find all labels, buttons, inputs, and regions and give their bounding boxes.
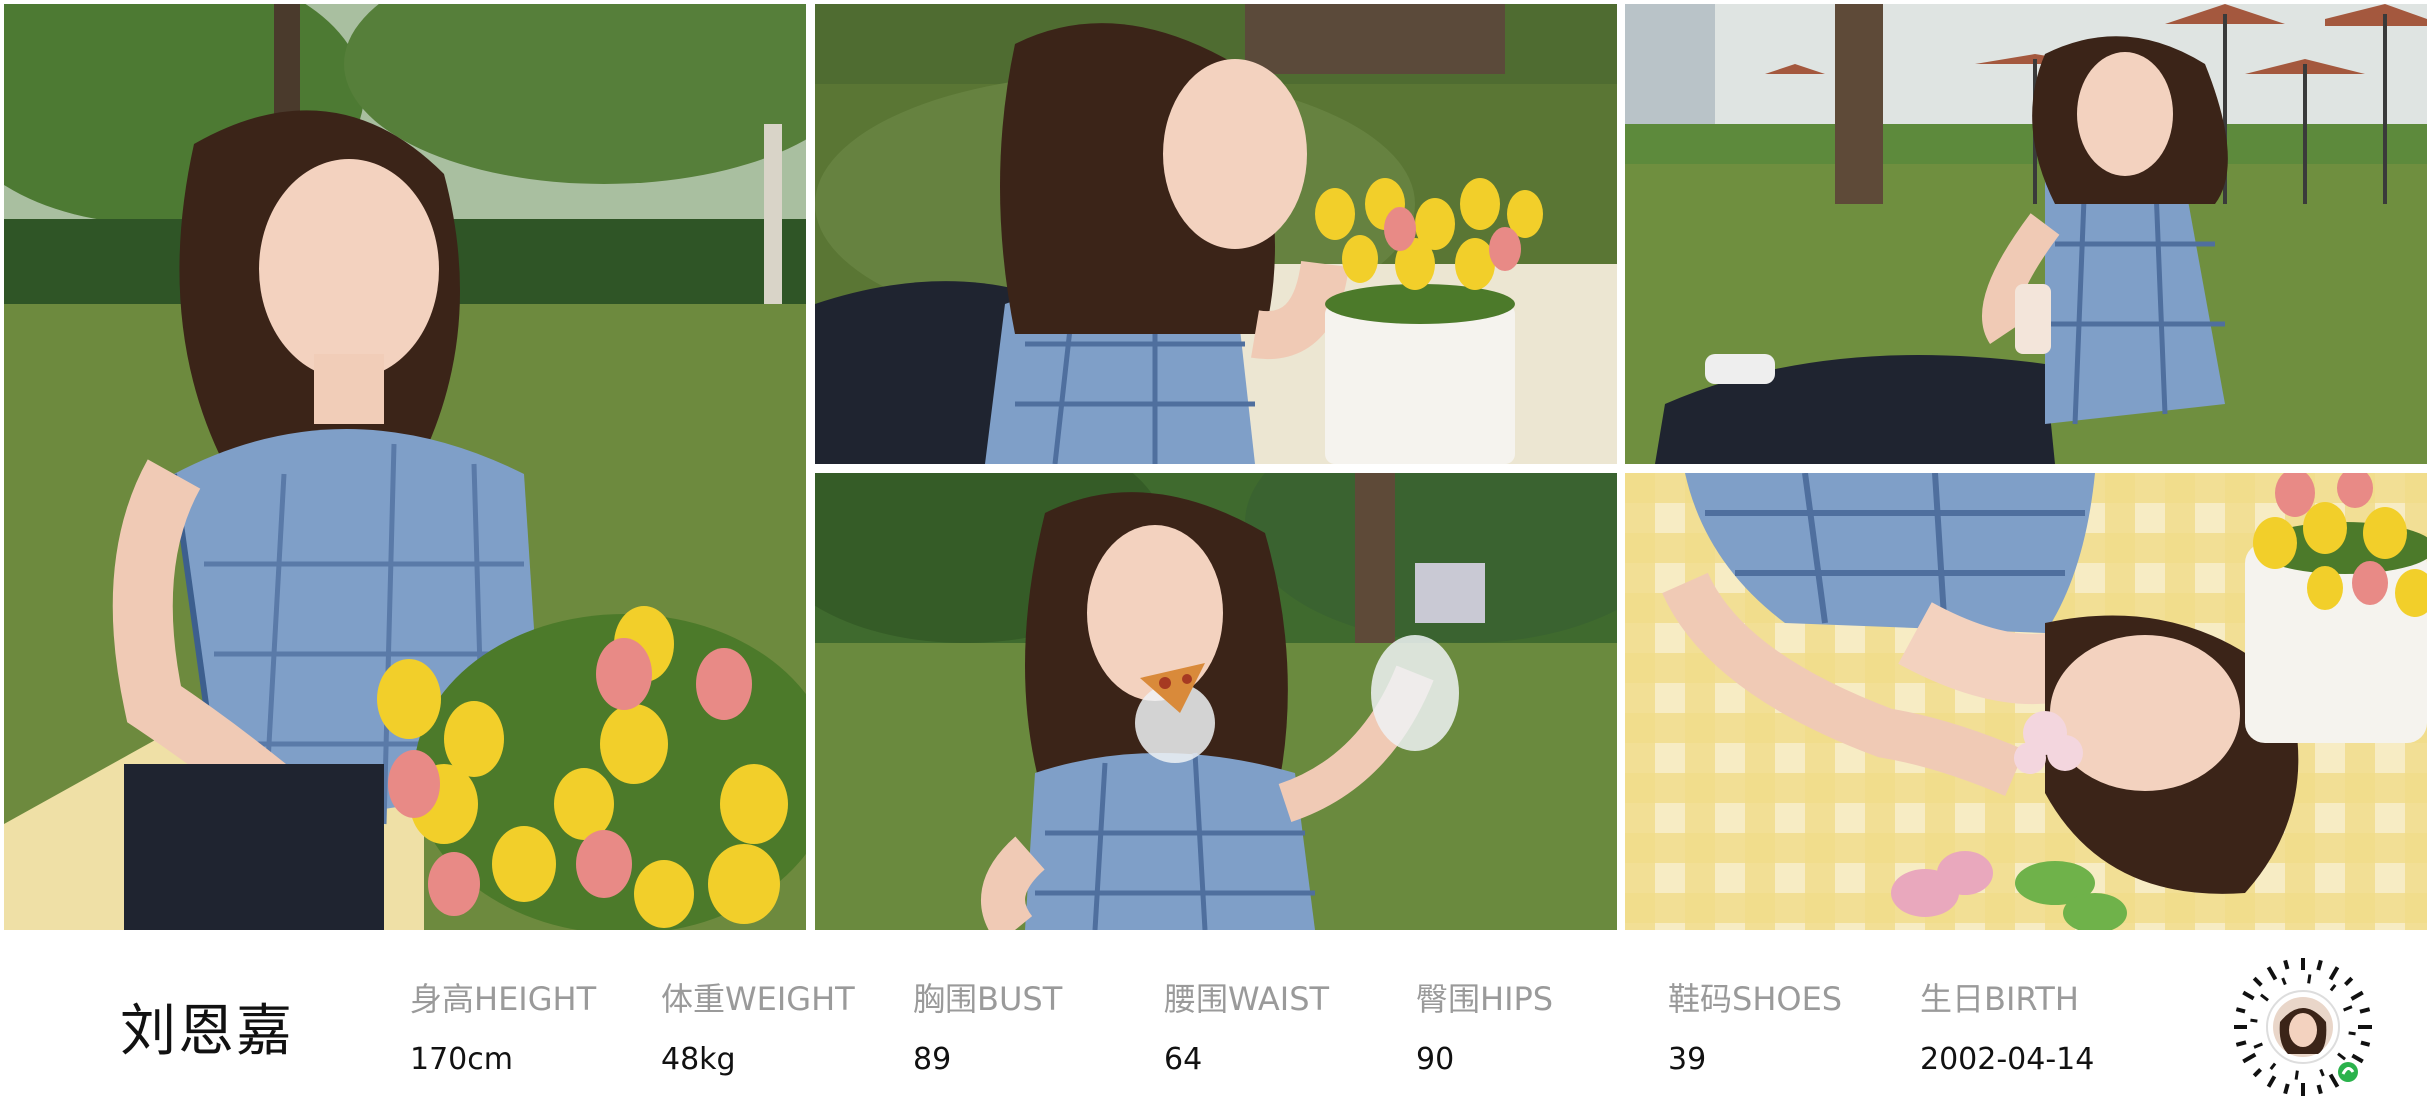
photo-eating-pizza xyxy=(815,473,1617,930)
stat-shoes: 鞋码SHOES 39 xyxy=(1668,974,1842,1077)
mini-program-qr-code[interactable] xyxy=(2232,956,2374,1098)
photo-park-umbrellas xyxy=(1625,4,2427,464)
photo-portrait-tulips xyxy=(4,4,806,930)
photo-lying-grass xyxy=(815,4,1617,464)
stat-value: 89 xyxy=(913,1042,952,1077)
qr-code-icon xyxy=(2234,958,2372,1096)
photo-lying-blanket xyxy=(1625,473,2427,930)
model-name: 刘恩嘉 xyxy=(120,999,294,1064)
stat-birth: 生日BIRTH 2002-04-14 xyxy=(1920,974,2094,1077)
park-with-umbrellas-photo xyxy=(1625,4,2427,464)
stat-value: 90 xyxy=(1416,1042,1455,1077)
stat-height: 身高HEIGHT 170cm xyxy=(410,974,596,1077)
stat-value: 170cm xyxy=(410,1042,513,1077)
stat-label: 臀围HIPS xyxy=(1416,980,1554,1018)
stat-label: 腰围WAIST xyxy=(1164,980,1330,1018)
stat-weight: 体重WEIGHT 48kg xyxy=(661,974,855,1077)
stat-label: 体重WEIGHT xyxy=(661,980,855,1018)
stat-hips: 臀围HIPS 90 xyxy=(1416,974,1553,1077)
model-info-bar: 刘恩嘉 身高HEIGHT 170cm 体重WEIGHT 48kg 胸围BUST … xyxy=(0,938,2430,1116)
lying-on-blanket-photo xyxy=(1625,473,2427,930)
eating-pizza-photo xyxy=(815,473,1617,930)
lying-on-grass-photo xyxy=(815,4,1617,464)
stat-value: 39 xyxy=(1668,1042,1707,1077)
stat-label: 胸围BUST xyxy=(913,980,1063,1018)
stat-value: 2002-04-14 xyxy=(1920,1042,2095,1077)
stat-value: 48kg xyxy=(661,1042,736,1077)
stat-label: 生日BIRTH xyxy=(1920,980,2079,1018)
stat-label: 身高HEIGHT xyxy=(410,980,597,1018)
portrait-with-tulips-photo xyxy=(4,4,806,930)
stat-bust: 胸围BUST 89 xyxy=(913,974,1062,1077)
stat-value: 64 xyxy=(1164,1042,1203,1077)
stat-label: 鞋码SHOES xyxy=(1668,980,1843,1018)
stat-waist: 腰围WAIST 64 xyxy=(1164,974,1329,1077)
